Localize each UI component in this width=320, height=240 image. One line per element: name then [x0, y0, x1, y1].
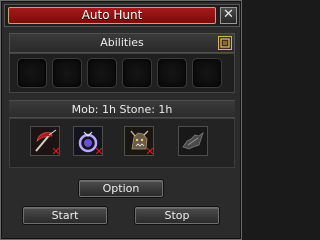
disabled-x-icon: ✕ [51, 145, 61, 158]
stop-button[interactable]: Stop [135, 207, 219, 224]
item-slot-4[interactable] [178, 126, 208, 156]
ability-slot-5[interactable] [157, 58, 187, 88]
option-button[interactable]: Option [79, 180, 163, 197]
ability-slot-2[interactable] [52, 58, 82, 88]
mob-stone-timer: Mob: 1h Stone: 1h [9, 100, 235, 118]
ability-slots [9, 53, 235, 93]
item-slot-1[interactable]: ✕ [30, 126, 61, 158]
disabled-x-icon: ✕ [94, 145, 104, 158]
ability-slot-3[interactable] [87, 58, 117, 88]
ability-slot-1[interactable] [17, 58, 47, 88]
ability-slot-4[interactable] [122, 58, 152, 88]
ability-slot-6[interactable] [192, 58, 222, 88]
abilities-label: Abilities [100, 36, 144, 49]
gold-square-toggle-icon[interactable] [218, 36, 232, 50]
window-title: Auto Hunt [8, 7, 216, 24]
title-bar[interactable]: Auto Hunt ✕ [4, 4, 240, 27]
abilities-header: Abilities [9, 33, 235, 53]
close-button[interactable]: ✕ [220, 7, 237, 24]
auto-hunt-window: Auto Hunt ✕ Abilities Mob: 1h Stone: 1h [0, 0, 242, 240]
item-slot-3[interactable]: ✕ [124, 126, 155, 158]
disabled-x-icon: ✕ [145, 145, 155, 158]
grey-wolf-icon [179, 127, 207, 155]
start-button[interactable]: Start [23, 207, 107, 224]
item-slots: ✕ ✕ ✕ [9, 118, 235, 168]
item-slot-2[interactable]: ✕ [73, 126, 104, 158]
